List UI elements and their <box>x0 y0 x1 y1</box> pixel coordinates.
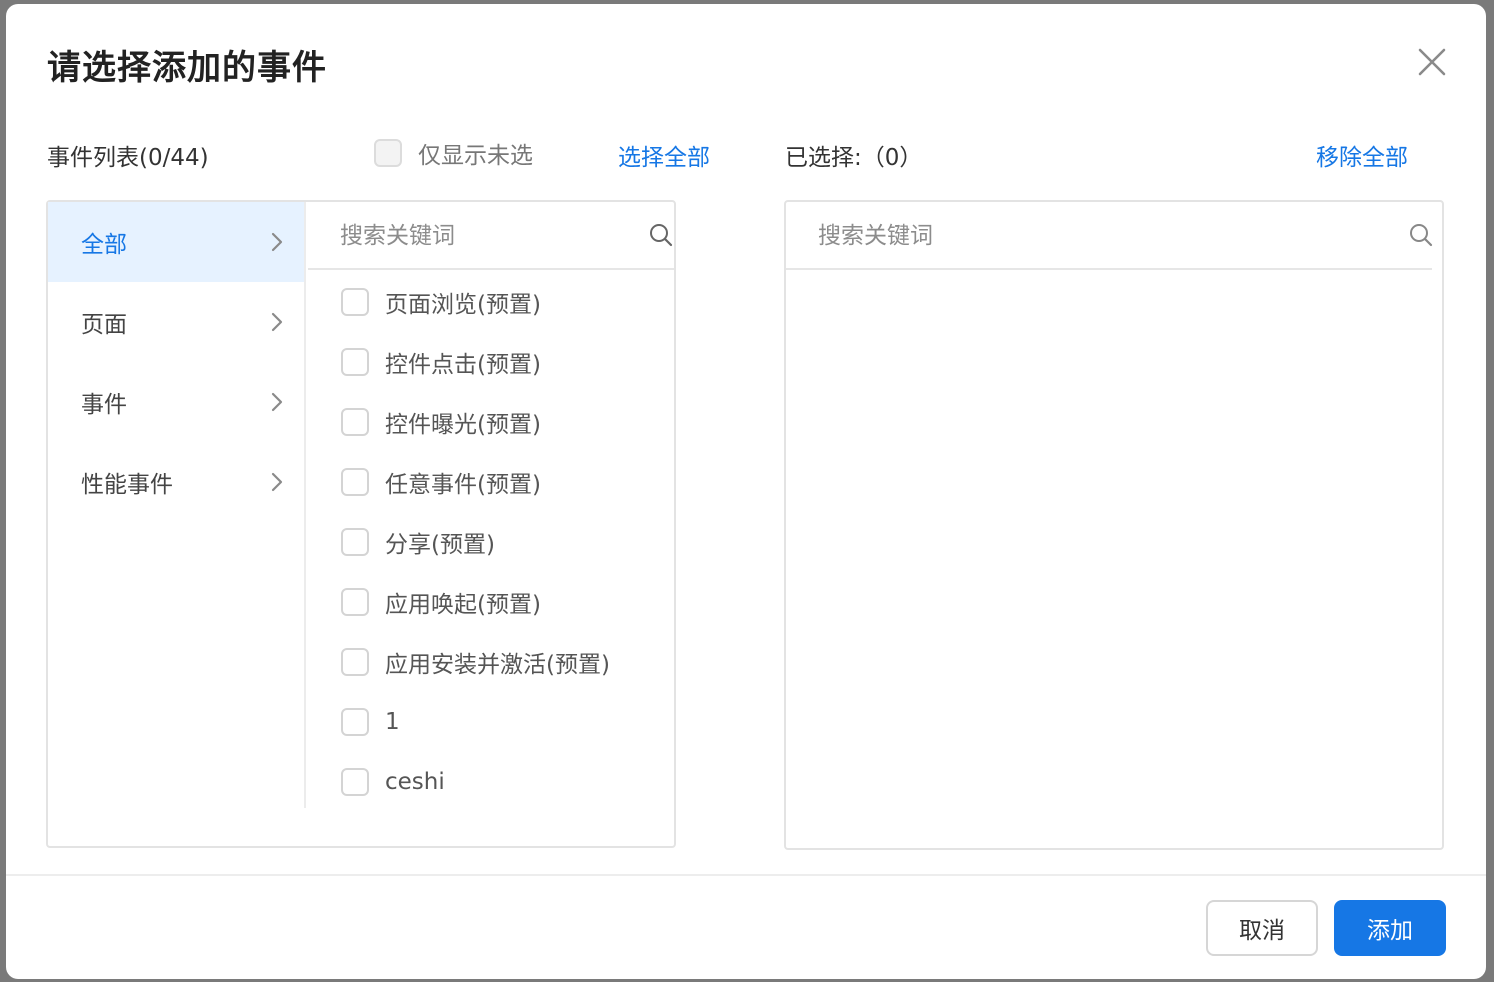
list-item[interactable]: 控件点击(预置) <box>308 332 674 392</box>
category-item-event[interactable]: 事件 <box>48 362 304 442</box>
category-label: 全部 <box>81 232 127 258</box>
close-icon <box>1418 48 1446 76</box>
list-item[interactable]: ceshi <box>308 752 674 812</box>
event-checkbox[interactable] <box>341 408 369 436</box>
selected-events-panel <box>784 200 1444 850</box>
left-search-input[interactable] <box>340 216 630 256</box>
only-unselected-label: 仅显示未选 <box>418 143 533 169</box>
chevron-right-icon <box>271 392 283 412</box>
left-search-box <box>308 202 674 270</box>
list-item[interactable]: 任意事件(预置) <box>308 452 674 512</box>
event-label: ceshi <box>385 769 445 795</box>
event-checkbox[interactable] <box>341 708 369 736</box>
select-all-link[interactable]: 选择全部 <box>618 138 710 172</box>
event-checkbox[interactable] <box>341 468 369 496</box>
event-checkbox[interactable] <box>341 528 369 556</box>
event-label: 页面浏览(预置) <box>385 292 541 318</box>
remove-all-link[interactable]: 移除全部 <box>1316 138 1408 172</box>
category-label: 事件 <box>81 392 127 418</box>
list-item[interactable]: 应用安装并激活(预置) <box>308 632 674 692</box>
category-item-performance[interactable]: 性能事件 <box>48 442 304 522</box>
event-label: 控件点击(预置) <box>385 352 541 378</box>
category-item-all[interactable]: 全部 <box>48 202 304 282</box>
event-label: 应用安装并激活(预置) <box>385 652 610 678</box>
list-item[interactable]: 控件曝光(预置) <box>308 392 674 452</box>
close-button[interactable] <box>1412 42 1452 82</box>
selected-count: 已选择:（0） <box>785 145 923 171</box>
dialog-title: 请选择添加的事件 <box>47 48 327 88</box>
search-icon[interactable] <box>648 222 674 248</box>
search-icon[interactable] <box>1408 222 1434 248</box>
event-checkbox[interactable] <box>341 648 369 676</box>
list-item[interactable]: 分享(预置) <box>308 512 674 572</box>
chevron-right-icon <box>271 472 283 492</box>
category-label: 性能事件 <box>81 472 173 498</box>
event-label: 任意事件(预置) <box>385 472 541 498</box>
event-list: 页面浏览(预置) 控件点击(预置) 控件曝光(预置) 任意事件(预置) 分享(预… <box>308 272 674 812</box>
event-list-count: 事件列表(0/44) <box>47 145 209 171</box>
only-unselected-toggle[interactable]: 仅显示未选 <box>374 136 533 170</box>
category-item-page[interactable]: 页面 <box>48 282 304 362</box>
right-search-input[interactable] <box>818 216 1378 256</box>
event-checkbox[interactable] <box>341 288 369 316</box>
right-search-box <box>786 202 1434 270</box>
select-events-dialog: 请选择添加的事件 事件列表(0/44) 仅显示未选 选择全部 已选择:（0） 移… <box>6 4 1486 979</box>
list-item[interactable]: 1 <box>308 692 674 752</box>
event-label: 分享(预置) <box>385 532 495 558</box>
event-checkbox[interactable] <box>341 588 369 616</box>
chevron-right-icon <box>271 312 283 332</box>
event-checkbox[interactable] <box>341 768 369 796</box>
add-button[interactable]: 添加 <box>1334 900 1446 956</box>
event-checkbox[interactable] <box>341 348 369 376</box>
event-label: 应用唤起(预置) <box>385 592 541 618</box>
cancel-button[interactable]: 取消 <box>1206 900 1318 956</box>
category-list: 全部 页面 事件 性能事件 <box>48 202 306 808</box>
list-item[interactable]: 页面浏览(预置) <box>308 272 674 332</box>
only-unselected-checkbox[interactable] <box>374 139 402 167</box>
event-label: 控件曝光(预置) <box>385 412 541 438</box>
footer-divider <box>6 874 1486 876</box>
chevron-right-icon <box>271 232 283 252</box>
category-label: 页面 <box>81 312 127 338</box>
event-label: 1 <box>385 709 400 735</box>
list-item[interactable]: 应用唤起(预置) <box>308 572 674 632</box>
event-source-panel: 全部 页面 事件 性能事件 搜索关键词 页面浏览(预置) 控件点击(预置) 控件… <box>46 200 676 848</box>
